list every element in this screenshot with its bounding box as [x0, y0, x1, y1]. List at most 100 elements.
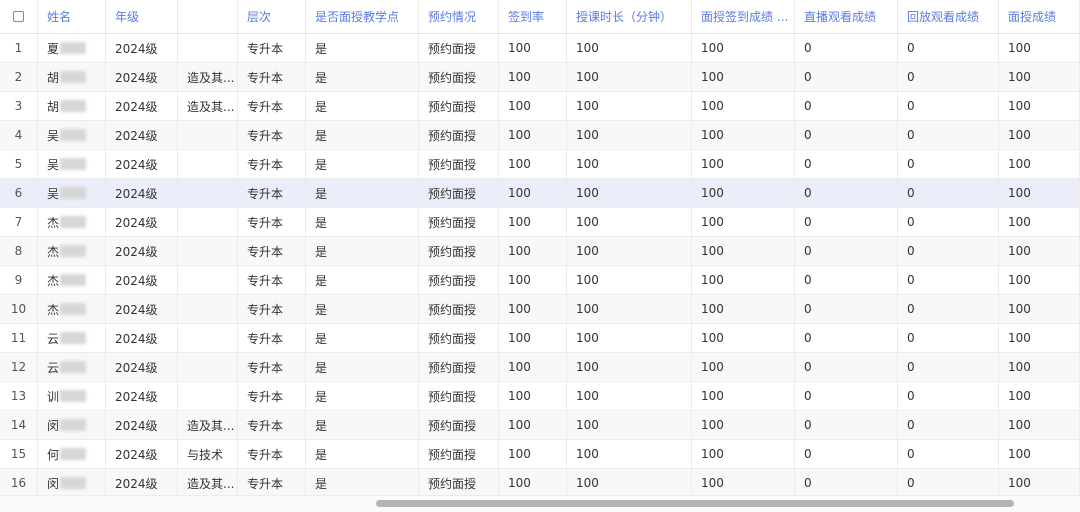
cell-grade: 2024级 [106, 382, 178, 410]
column-header-is_site[interactable]: 是否面授教学点 [306, 0, 419, 33]
table-row[interactable]: 10 杰 2024级 专升本是预约面授 100 100 100 0 0 100 [0, 295, 1080, 324]
cell-name: 吴 [38, 150, 106, 178]
table-row[interactable]: 8 杰 2024级 专升本是预约面授 100 100 100 0 0 100 [0, 237, 1080, 266]
column-header-live_score[interactable]: 直播观看成绩 [795, 0, 898, 33]
column-header-name[interactable]: 姓名 [38, 0, 106, 33]
column-header-replay_score[interactable]: 回放观看成绩 [898, 0, 999, 33]
column-header-level[interactable]: 层次 [238, 0, 306, 33]
cell-level: 专升本 [238, 353, 306, 381]
cell-is_site: 是 [306, 411, 419, 439]
column-header-major[interactable] [178, 0, 238, 33]
column-header-grade[interactable]: 年级 [106, 0, 178, 33]
column-header-face_score[interactable]: 面授成绩 [999, 0, 1080, 33]
row-index: 10 [0, 295, 38, 323]
column-header-duration[interactable]: 授课时长（分钟） [567, 0, 692, 33]
cell-level: 专升本 [238, 382, 306, 410]
cell-replay_score: 0 [898, 324, 999, 352]
cell-signin_score: 100 [692, 179, 795, 207]
cell-replay_score: 0 [898, 469, 999, 497]
cell-is_site: 是 [306, 208, 419, 236]
table-row[interactable]: 6 吴 2024级 专升本是预约面授 100 100 100 0 0 100 [0, 179, 1080, 208]
table-header: 姓名 年级 层次 是否面授教学点 预约情况 签到率 授课时长（分钟） 面授签到成绩 ... 直播… [0, 0, 1080, 34]
cell-live_score: 0 [795, 295, 898, 323]
student-name: 杰 [47, 302, 60, 317]
cell-signin_rate: 100 [499, 121, 567, 149]
column-header-signin_score[interactable]: 面授签到成绩 ... [692, 0, 795, 33]
cell-signin_score: 100 [692, 63, 795, 91]
cell-level: 专升本 [238, 295, 306, 323]
student-name: 吴 [47, 128, 60, 143]
cell-signin_score: 100 [692, 324, 795, 352]
student-name: 杰 [47, 273, 60, 288]
column-header-signin_rate[interactable]: 签到率 [499, 0, 567, 33]
table-row[interactable]: 1 夏 2024级 专升本是预约面授 100 100 100 0 0 100 [0, 34, 1080, 63]
column-header-label: 预约情况 [428, 10, 477, 24]
row-index: 14 [0, 411, 38, 439]
cell-name: 闵 [38, 411, 106, 439]
cell-level: 专升本 [238, 179, 306, 207]
cell-replay_score: 0 [898, 411, 999, 439]
table-row[interactable]: 7 杰 2024级 专升本是预约面授 100 100 100 0 0 100 [0, 208, 1080, 237]
cell-signin_rate: 100 [499, 469, 567, 497]
redacted-blur [60, 332, 87, 344]
cell-signin_score: 100 [692, 121, 795, 149]
cell-grade: 2024级 [106, 469, 178, 497]
student-name: 闵 [47, 418, 60, 433]
cell-grade: 2024级 [106, 208, 178, 236]
table-row[interactable]: 16 闵 2024级 造及其... 专升本是预约面授 100 100 100 0 0 100 [0, 469, 1080, 498]
cell-major [178, 208, 238, 236]
cell-booking: 预约面授 [419, 237, 499, 265]
cell-name: 何 [38, 440, 106, 468]
row-index: 3 [0, 92, 38, 120]
cell-booking: 预约面授 [419, 382, 499, 410]
redacted-blur [60, 42, 87, 54]
cell-live_score: 0 [795, 324, 898, 352]
table-row[interactable]: 4 吴 2024级 专升本是预约面授 100 100 100 0 0 100 [0, 121, 1080, 150]
cell-major: 造及其... [178, 469, 238, 497]
table-row[interactable]: 5 吴 2024级 专升本是预约面授 100 100 100 0 0 100 [0, 150, 1080, 179]
table-row[interactable]: 12 云 2024级 专升本是预约面授 100 100 100 0 0 100 [0, 353, 1080, 382]
cell-replay_score: 0 [898, 150, 999, 178]
column-header-label: 面授签到成绩 ... [701, 10, 789, 24]
cell-signin_score: 100 [692, 295, 795, 323]
cell-is_site: 是 [306, 34, 419, 62]
table-row[interactable]: 3 胡 2024级 造及其... 专升本是预约面授 100 100 100 0 0 100 [0, 92, 1080, 121]
row-index: 16 [0, 469, 38, 497]
table-row[interactable]: 2 胡 2024级 造及其... 专升本是预约面授 100 100 100 0 0 100 [0, 63, 1080, 92]
table-row[interactable]: 11 云 2024级 专升本是预约面授 100 100 100 0 0 100 [0, 324, 1080, 353]
cell-signin_score: 100 [692, 237, 795, 265]
table-row[interactable]: 14 闵 2024级 造及其... 专升本是预约面授 100 100 100 0 0 100 [0, 411, 1080, 440]
cell-signin_score: 100 [692, 34, 795, 62]
cell-name: 闵 [38, 469, 106, 497]
cell-is_site: 是 [306, 382, 419, 410]
cell-major: 与技术 [178, 440, 238, 468]
cell-signin_rate: 100 [499, 382, 567, 410]
cell-grade: 2024级 [106, 63, 178, 91]
redacted-blur [60, 187, 87, 199]
cell-signin_rate: 100 [499, 411, 567, 439]
row-index: 11 [0, 324, 38, 352]
row-index: 15 [0, 440, 38, 468]
cell-signin_rate: 100 [499, 92, 567, 120]
cell-live_score: 0 [795, 150, 898, 178]
table-row[interactable]: 15 何 2024级 与技术 专升本是预约面授 100 100 100 0 0 100 [0, 440, 1080, 469]
cell-booking: 预约面授 [419, 92, 499, 120]
scrollbar-thumb[interactable] [376, 500, 1014, 507]
select-all-cell[interactable] [0, 0, 38, 33]
redacted-blur [60, 158, 87, 170]
horizontal-scrollbar[interactable] [0, 495, 1080, 512]
cell-name: 吴 [38, 121, 106, 149]
cell-duration: 100 [567, 411, 692, 439]
table-row[interactable]: 13 训 2024级 专升本是预约面授 100 100 100 0 0 100 [0, 382, 1080, 411]
column-header-booking[interactable]: 预约情况 [419, 0, 499, 33]
cell-duration: 100 [567, 63, 692, 91]
select-all-checkbox[interactable] [13, 11, 24, 22]
cell-major [178, 382, 238, 410]
cell-is_site: 是 [306, 237, 419, 265]
cell-booking: 预约面授 [419, 63, 499, 91]
table-row[interactable]: 9 杰 2024级 专升本是预约面授 100 100 100 0 0 100 [0, 266, 1080, 295]
cell-replay_score: 0 [898, 34, 999, 62]
cell-replay_score: 0 [898, 208, 999, 236]
redacted-blur [60, 274, 87, 286]
cell-signin_rate: 100 [499, 237, 567, 265]
